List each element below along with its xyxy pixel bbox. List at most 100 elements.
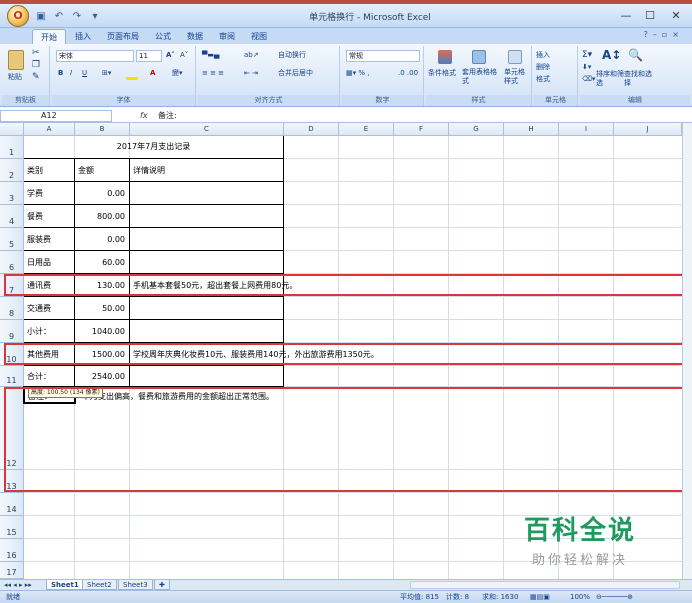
cell-amount[interactable]: 800.00 [75,211,125,223]
cell-styles-button[interactable]: 单元格样式 [504,68,530,86]
sheet-title[interactable]: 2017年7月支出记录 [24,141,283,153]
row-header-9[interactable]: 9 [0,320,24,343]
find-select-icon[interactable]: 🔍 [628,49,643,61]
column-header-j[interactable]: J [614,123,682,136]
zoom-slider[interactable]: ⊖──────⊕ [596,591,633,603]
row-header-8[interactable]: 8 [0,297,24,320]
conditional-format-button[interactable]: 条件格式 [428,68,456,79]
clear-icon[interactable]: ⌫▾ [582,74,595,85]
header-detail[interactable]: 详情说明 [133,165,165,177]
copy-icon[interactable]: ❐ [32,60,40,71]
conditional-format-icon[interactable] [438,50,452,64]
decimal-icon[interactable]: .0 .00 [398,68,418,79]
cell-amount[interactable]: 60.00 [75,257,125,269]
row-header-14[interactable]: 14 [0,493,24,516]
row-header-4[interactable]: 4 [0,205,24,228]
office-button[interactable]: O [7,5,29,27]
cell-styles-icon[interactable] [508,50,522,64]
view-mode-icon[interactable]: ▦▤▣ [530,591,550,603]
currency-icon[interactable]: ▦▾ % , [346,68,369,79]
header-amount[interactable]: 金额 [78,165,94,177]
fill-color-icon[interactable] [126,77,138,80]
tab-review[interactable]: 审阅 [214,29,240,44]
insert-cells-button[interactable]: 插入 [536,50,550,61]
cell-category[interactable]: 合计： [27,371,51,383]
merge-center-button[interactable]: 合并后居中 [278,68,313,79]
header-category[interactable]: 类别 [27,165,43,177]
tab-formulas[interactable]: 公式 [150,29,176,44]
column-header-i[interactable]: I [559,123,614,136]
tab-home[interactable]: 开始 [32,29,66,44]
cell-amount[interactable]: 0.00 [75,188,125,200]
paste-icon[interactable] [8,50,24,70]
column-header-b[interactable]: B [75,123,130,136]
column-header-g[interactable]: G [449,123,504,136]
indent-icon[interactable]: ⇤ ⇥ [244,68,258,79]
fill-icon[interactable]: ⬇▾ [582,62,591,73]
italic-icon[interactable]: I [70,68,72,79]
sheet-tab-2[interactable]: Sheet2 [82,580,117,590]
delete-cells-button[interactable]: 删除 [536,62,550,73]
grow-font-icon[interactable]: A˄ [166,50,175,61]
column-header-d[interactable]: D [284,123,339,136]
row-header-17[interactable]: 17 [0,562,24,579]
wrap-text-button[interactable]: 自动换行 [278,50,306,61]
column-header-f[interactable]: F [394,123,449,136]
redo-icon[interactable]: ↷ [70,10,84,23]
number-format-select[interactable]: 常规 [346,50,420,62]
tab-data[interactable]: 数据 [182,29,208,44]
close-icon[interactable]: ✕ [662,8,690,24]
align-top-icon[interactable]: ▀▬▄ [202,50,219,61]
formula-input[interactable]: 备注: [158,109,177,123]
cell-amount[interactable]: 1040.00 [75,326,125,338]
font-name-select[interactable]: 宋体 [56,50,134,62]
column-header-h[interactable]: H [504,123,559,136]
row-header-5[interactable]: 5 [0,228,24,251]
help-icon[interactable]: ?–▫× [644,30,684,39]
save-icon[interactable]: ▣ [34,10,48,23]
sort-filter-icon[interactable]: A↕ [602,49,621,61]
cell-amount[interactable]: 50.00 [75,303,125,315]
format-table-icon[interactable] [472,50,486,64]
row-header-3[interactable]: 3 [0,182,24,205]
row-header-1[interactable]: 1 [0,136,24,159]
row-header-6[interactable]: 6 [0,251,24,274]
row-header-11[interactable]: 11 [0,366,24,387]
column-header-c[interactable]: C [130,123,284,136]
cell-category[interactable]: 交通费 [27,303,51,315]
sheet-tab-3[interactable]: Sheet3 [118,580,153,590]
border-icon[interactable]: ⊞▾ [102,68,111,79]
orientation-icon[interactable]: ab↗ [244,50,259,61]
sheet-nav-icon[interactable]: ◂◂ ◂ ▸ ▸▸ [4,580,32,590]
column-header-e[interactable]: E [339,123,394,136]
tab-view[interactable]: 视图 [246,29,272,44]
bold-icon[interactable]: B [58,68,63,79]
customize-icon[interactable]: ▾ [88,10,102,23]
phonetic-icon[interactable]: 變▾ [172,68,183,79]
row-header-15[interactable]: 15 [0,516,24,539]
sheet-tab-1[interactable]: Sheet1 [46,580,84,590]
cell-amount[interactable]: 2540.00 [75,371,125,383]
cell-category[interactable]: 学费 [27,188,43,200]
cell-category[interactable]: 日用品 [27,257,51,269]
row-header-2[interactable]: 2 [0,159,24,182]
tab-page-layout[interactable]: 页面布局 [102,29,144,44]
cell-amount[interactable]: 0.00 [75,234,125,246]
sort-filter-button[interactable]: 排序和筛选 [596,70,624,88]
select-all-corner[interactable] [0,123,24,136]
underline-icon[interactable]: U [82,68,87,79]
vertical-scrollbar[interactable] [682,123,692,579]
cell-category[interactable]: 餐费 [27,211,43,223]
shrink-font-icon[interactable]: A˅ [180,50,188,61]
row-header-16[interactable]: 16 [0,539,24,562]
find-select-button[interactable]: 查找和选择 [624,70,654,88]
cell-category[interactable]: 小计： [27,326,51,338]
font-color-icon[interactable]: A [150,68,155,79]
column-header-a[interactable]: A [24,123,75,136]
horizontal-scrollbar[interactable] [410,581,680,589]
zoom-level[interactable]: 100% [570,591,590,603]
format-cells-button[interactable]: 格式 [536,74,550,85]
format-painter-icon[interactable]: ✎ [32,72,40,83]
undo-icon[interactable]: ↶ [52,10,66,23]
name-box[interactable]: A12 [0,110,112,122]
